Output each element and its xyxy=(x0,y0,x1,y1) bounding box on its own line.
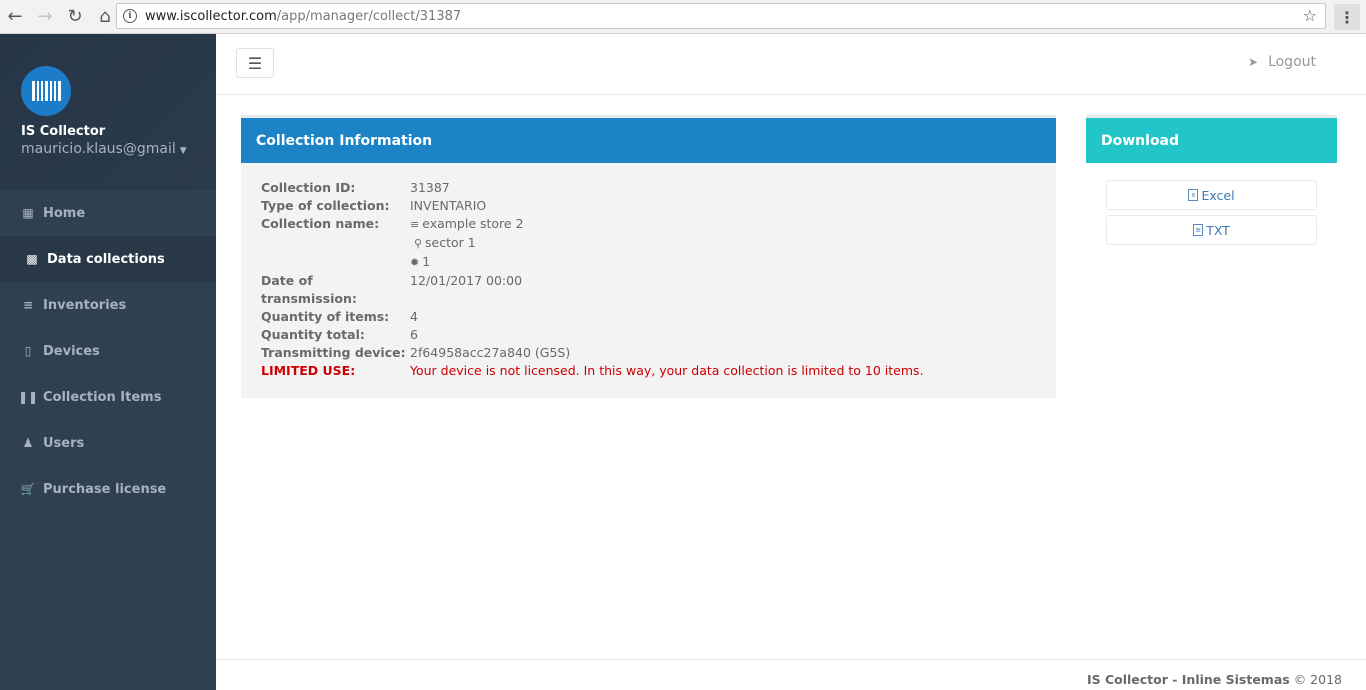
field-label: Type of collection: xyxy=(261,198,390,213)
file-text-icon: ≡ xyxy=(1193,224,1204,236)
sidebar-item-label: Users xyxy=(43,435,85,451)
download-title: Download xyxy=(1086,115,1337,163)
browser-menu-icon[interactable]: ⋮ xyxy=(1334,4,1360,30)
logout-label: Logout xyxy=(1268,54,1316,70)
cogs-icon: ✹ xyxy=(410,256,420,269)
address-bar[interactable]: i www.iscollector.com/app/manager/collec… xyxy=(116,3,1326,29)
back-button[interactable]: ← xyxy=(0,2,30,32)
url-path: /app/manager/collect/31387 xyxy=(276,8,462,24)
forward-button[interactable]: → xyxy=(30,2,60,32)
sidebar-item-home[interactable]: ▦ Home xyxy=(0,190,216,236)
field-quantity-total: Quantity total: 6 xyxy=(261,326,1036,344)
barcode-icon: ❚❚ xyxy=(17,390,39,404)
field-value: 31387 xyxy=(410,180,450,195)
download-excel-button[interactable]: x Excel xyxy=(1106,180,1317,210)
field-value: 6 xyxy=(410,327,418,342)
field-label: Quantity total: xyxy=(261,327,365,342)
txt-label: TXT xyxy=(1206,222,1230,238)
sidebar-item-label: Devices xyxy=(43,343,100,359)
footer: IS Collector - Inline Sistemas © 2018 xyxy=(216,659,1366,690)
field-label: Collection name: xyxy=(261,216,380,231)
field-value: example store 2 xyxy=(422,216,524,231)
field-device: Transmitting device: 2f64958acc27a840 (G… xyxy=(261,344,1036,362)
map-marker-icon: ⚲ xyxy=(413,237,423,250)
caret-down-icon: ▼ xyxy=(179,146,187,156)
field-label: Collection ID: xyxy=(261,180,356,195)
field-date: Date of transmission: 12/01/2017 00:00 xyxy=(261,272,1036,308)
top-navbar: ☰ ➤ Logout xyxy=(216,34,1366,95)
user-email: mauricio.klaus@gmail xyxy=(21,141,176,157)
field-label: LIMITED USE: xyxy=(261,363,356,378)
field-quantity-items: Quantity of items: 4 xyxy=(261,308,1036,326)
url-host: www.iscollector.com xyxy=(145,8,277,24)
sidebar-item-data-collections[interactable]: ▩ Data collections xyxy=(0,236,216,282)
sidebar-item-purchase-license[interactable]: 🛒 Purchase license xyxy=(0,466,216,512)
sidebar-item-label: Purchase license xyxy=(43,481,167,497)
sidebar-item-inventories[interactable]: ≡ Inventories xyxy=(0,282,216,328)
field-collection-type: Type of collection: INVENTARIO xyxy=(261,197,1036,215)
field-value: INVENTARIO xyxy=(410,198,487,213)
panel-body: Collection ID: 31387 Type of collection:… xyxy=(241,163,1056,398)
user-icon: ♟ xyxy=(22,436,34,450)
field-sector: ⚲ sector 1 xyxy=(261,234,1036,253)
download-panel: Download x Excel ≡ TXT xyxy=(1086,115,1337,245)
field-value: sector 1 xyxy=(425,235,476,250)
sidebar-item-label: Home xyxy=(43,205,86,221)
sidebar-item-label: Data collections xyxy=(47,251,165,267)
barcode-icon xyxy=(31,81,61,101)
app-logo xyxy=(21,66,71,116)
field-label: Quantity of items: xyxy=(261,309,390,324)
license-warning: Your device is not licensed. In this way… xyxy=(410,363,924,378)
mobile-icon: ▯ xyxy=(24,344,32,358)
footer-brand: IS Collector - Inline Sistemas xyxy=(1086,672,1290,687)
sidebar-item-label: Inventories xyxy=(43,297,127,313)
list-icon: ≡ xyxy=(22,298,34,312)
field-value: 4 xyxy=(410,309,418,324)
file-excel-icon: x xyxy=(1188,189,1199,201)
field-collection-id: Collection ID: 31387 xyxy=(261,179,1036,197)
footer-copyright: © 2018 xyxy=(1293,672,1342,687)
list-icon: ≡ xyxy=(410,218,420,231)
sidebar-item-users[interactable]: ♟ Users xyxy=(0,420,216,466)
shopping-cart-icon: 🛒 xyxy=(20,482,36,496)
sidebar-item-devices[interactable]: ▯ Devices xyxy=(0,328,216,374)
sidebar: IS Collector mauricio.klaus@gmail ▼ ▦ Hom… xyxy=(0,34,216,690)
app-name: IS Collector xyxy=(21,124,106,139)
th-large-icon: ▦ xyxy=(22,206,34,220)
user-dropdown[interactable]: mauricio.klaus@gmail ▼ xyxy=(21,141,216,157)
reload-button[interactable]: ↻ xyxy=(60,2,90,32)
field-count: ✹ 1 xyxy=(261,253,1036,272)
sidebar-item-label: Collection Items xyxy=(43,389,162,405)
sign-out-icon: ➤ xyxy=(1248,55,1259,69)
menu-toggle-button[interactable]: ☰ xyxy=(236,48,274,78)
field-value: 2f64958acc27a840 (G5S) xyxy=(410,345,571,360)
field-collection-name: Collection name: ≡ example store 2 xyxy=(261,215,1036,234)
sidebar-item-collection-items[interactable]: ❚❚ Collection Items xyxy=(0,374,216,420)
browser-toolbar: ← → ↻ ⌂ i www.iscollector.com/app/manage… xyxy=(0,0,1366,34)
download-txt-button[interactable]: ≡ TXT xyxy=(1106,215,1317,245)
field-label: Transmitting device: xyxy=(261,345,406,360)
bookmark-star-icon[interactable]: ☆ xyxy=(1303,6,1317,25)
field-value: 12/01/2017 00:00 xyxy=(410,273,523,288)
info-icon[interactable]: i xyxy=(123,9,137,23)
panel-title: Collection Information xyxy=(241,115,1056,163)
field-label: Date of transmission: xyxy=(261,273,357,306)
profile-section: IS Collector mauricio.klaus@gmail ▼ xyxy=(0,34,216,190)
collection-info-panel: Collection Information Collection ID: 31… xyxy=(241,115,1056,398)
footer-text: IS Collector - Inline Sistemas © 2018 xyxy=(1087,672,1342,687)
folder-icon: ▩ xyxy=(26,252,38,266)
logout-link[interactable]: ➤ Logout xyxy=(1248,54,1316,70)
field-limited-use: LIMITED USE: Your device is not licensed… xyxy=(261,362,1036,380)
field-value: 1 xyxy=(422,254,431,269)
excel-label: Excel xyxy=(1201,187,1235,203)
hamburger-icon: ☰ xyxy=(247,53,263,73)
